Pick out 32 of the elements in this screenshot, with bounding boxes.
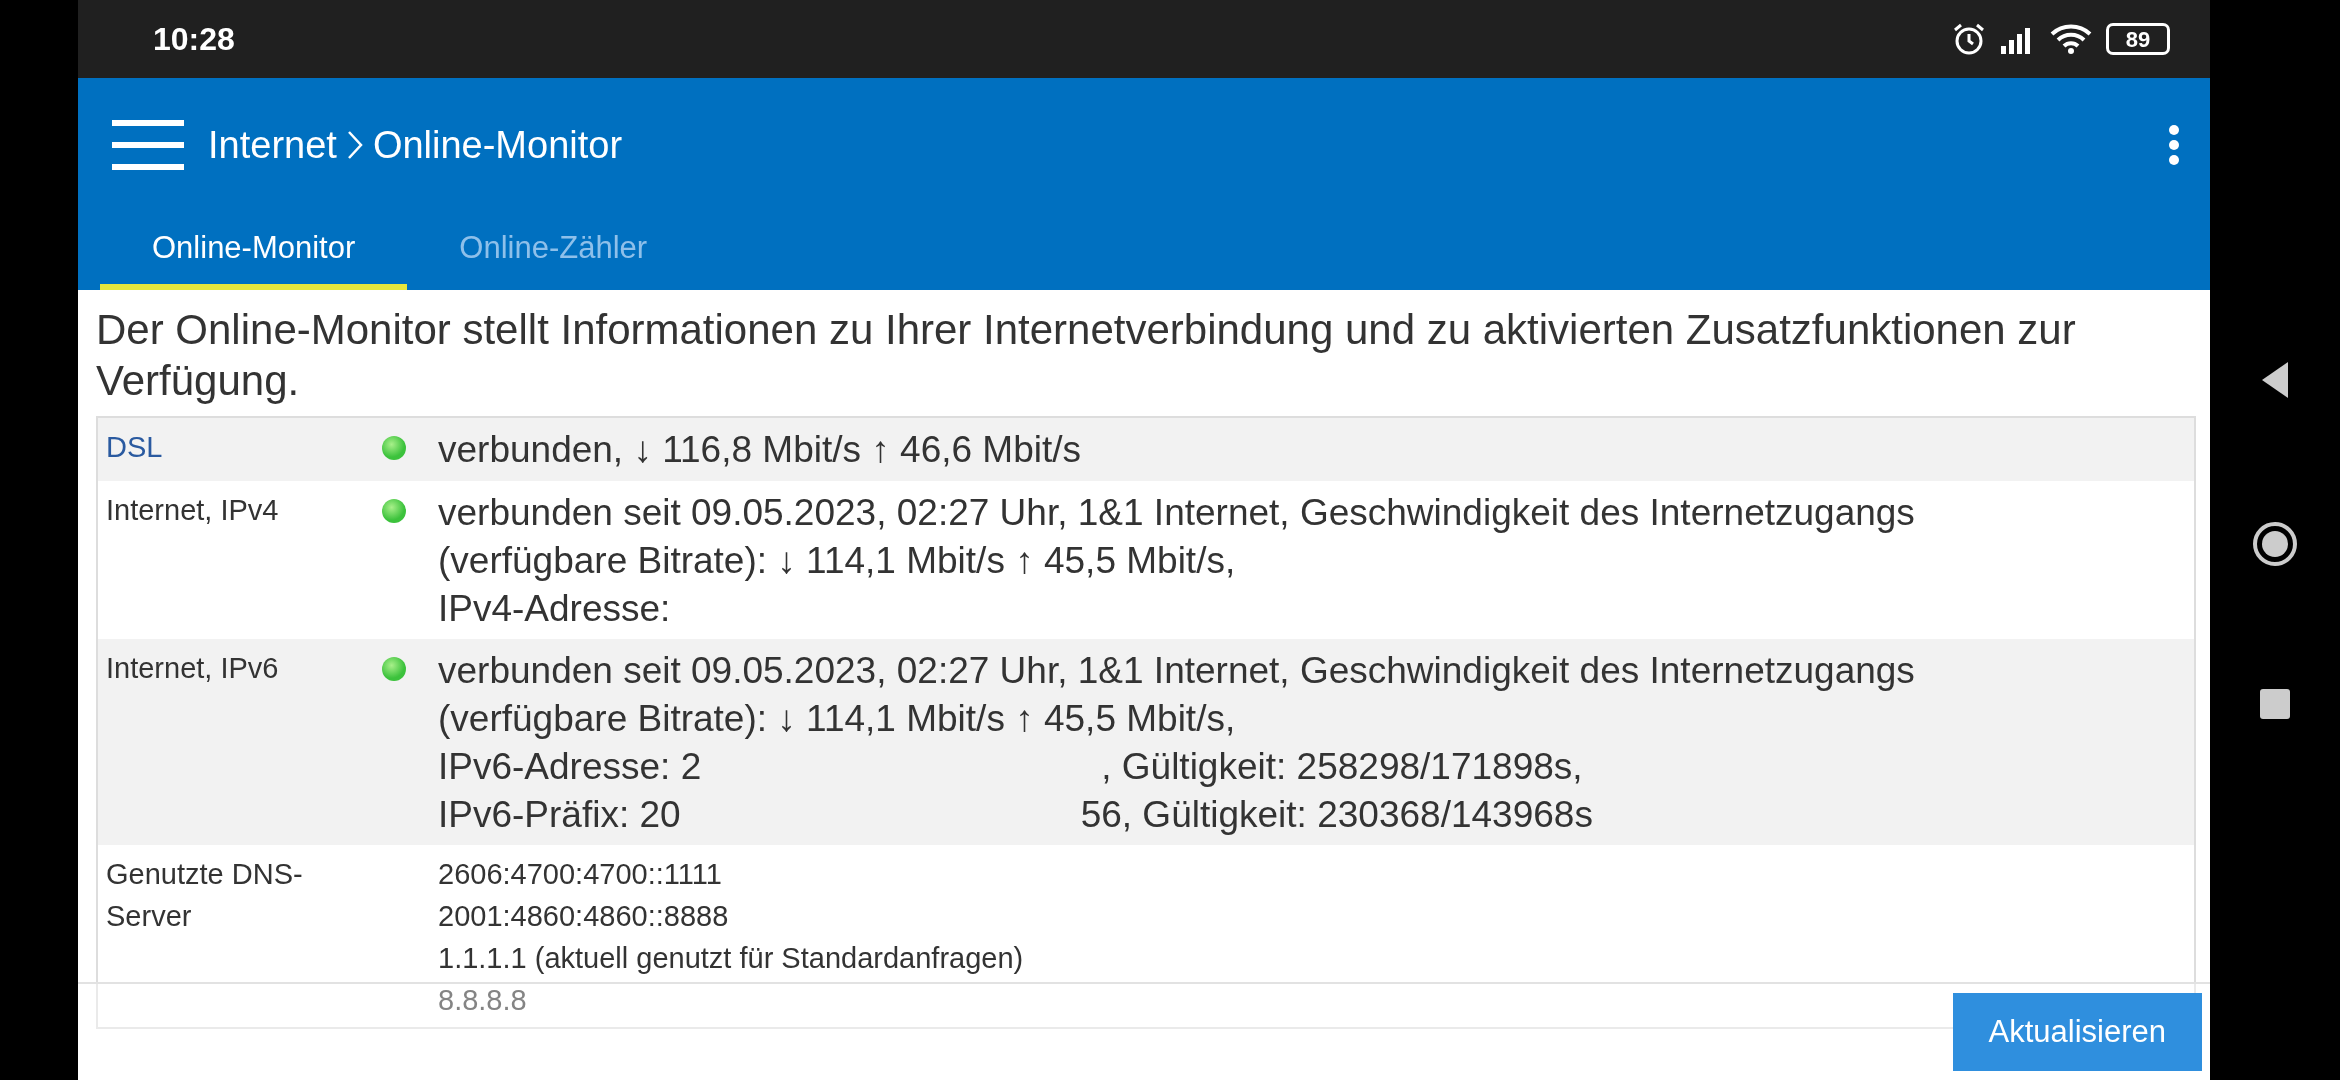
refresh-button[interactable]: Aktualisieren [1952, 992, 2202, 1072]
value-text: 1.1.1.1 (aktuell genutzt für Standardanfragen) [438, 941, 1024, 977]
value-text: , Gültigkeit: 258298/171898s, [1101, 745, 1583, 790]
wifi-icon [2050, 23, 2092, 55]
value-text: verbunden seit 09.05.2023, 02:27 Uhr, 1&1 Internet, Geschwindigkeit des Internetzugangs (verfügbare Bitrate): ↓ 114,1 Mbit/s ↑ 45,5 Mbit/s, [438, 490, 1916, 583]
more-options-icon[interactable] [2168, 125, 2180, 165]
value-text: 56, Gültigkeit: 230368/143968s [1080, 793, 1593, 838]
home-icon[interactable] [2251, 520, 2299, 568]
breadcrumb-link[interactable]: Internet [208, 116, 337, 174]
value-text: verbunden seit 09.05.2023, 02:27 Uhr, 1&1 Internet, Geschwindigkeit des Internetzugangs (verfügbare Bitrate): ↓ 114,1 Mbit/s ↑ 45,5 Mbit/s, [438, 648, 1916, 741]
menu-icon[interactable] [112, 118, 184, 172]
chevron-icon [346, 130, 363, 160]
page-title: Online-Monitor [372, 122, 623, 168]
clock-time: 10:28 [153, 20, 235, 59]
recents-icon[interactable] [2259, 688, 2291, 720]
value-text: verbunden, ↓ 116,8 Mbit/s ↑ 46,6 Mbit/s [438, 428, 1082, 473]
row-label: Internet, IPv4 [105, 492, 280, 528]
tab[interactable]: Online-Monitor [100, 212, 408, 290]
alarm-icon [1952, 22, 1986, 56]
tab[interactable]: Online-Zähler [407, 212, 700, 290]
value-text: IPv4-Adresse: [438, 586, 671, 631]
row-label-link[interactable]: DSL [98, 426, 368, 475]
value-text: IPv6-Präfix: 20 [438, 793, 681, 838]
row-label: Internet, IPv6 [105, 650, 280, 686]
value-text: 8.8.8.8 [438, 983, 527, 1019]
intro-text: Der Online-Monitor stellt Informationen zu Ihrer Internetverbindung und zu aktivierten Zusatzfunktionen zur Verfügung. [95, 305, 2077, 407]
battery-icon: 89 [2106, 23, 2170, 55]
row-label: Genutzte DNS-Server [105, 857, 304, 935]
value-text: IPv6-Adresse: 2 [438, 745, 702, 790]
value-text: 2001:4860:4860::8888 [438, 899, 729, 935]
value-text: 2606:4700:4700::1111 [438, 857, 722, 893]
back-icon[interactable] [2260, 360, 2290, 400]
